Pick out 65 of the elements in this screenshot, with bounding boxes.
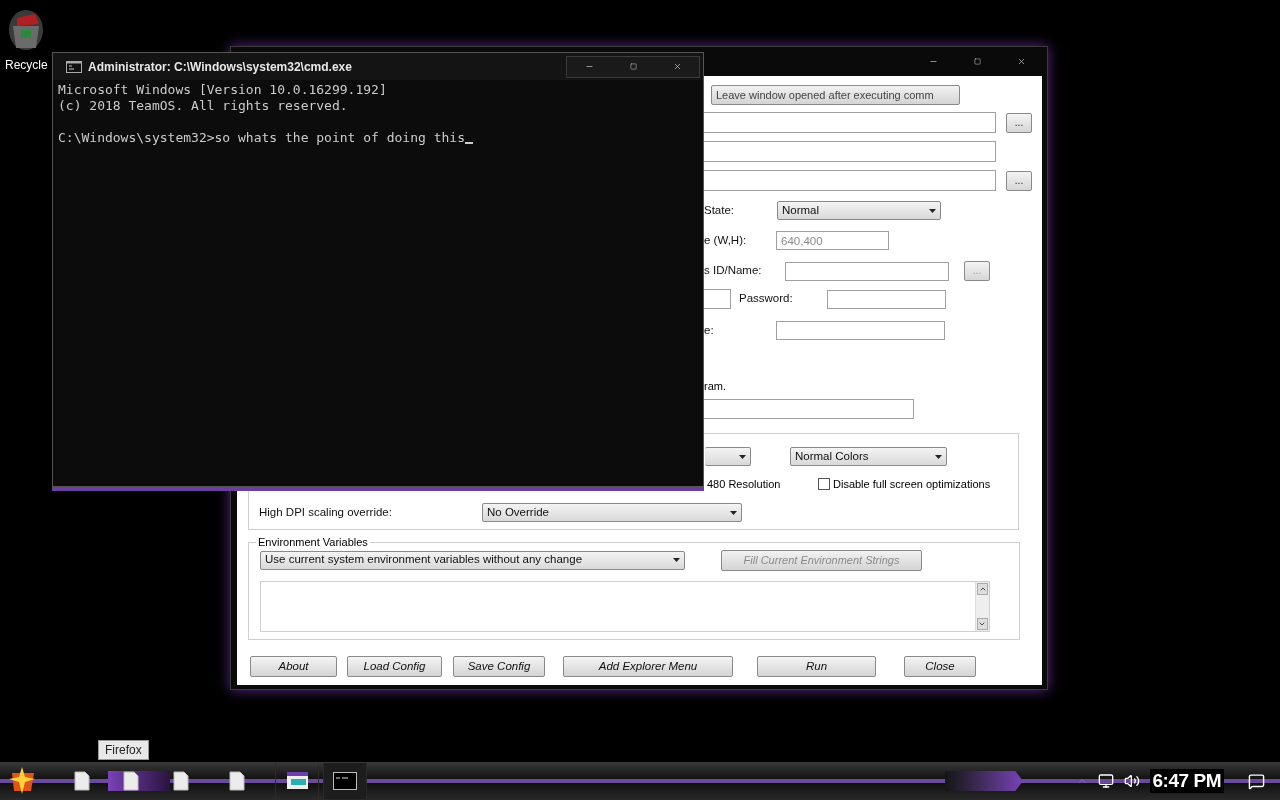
console-command: C:\Windows\system32>so whats the point of doing this (58, 130, 465, 146)
console-app-icon[interactable] (333, 772, 357, 790)
dropdown[interactable]: Normal (777, 201, 941, 220)
browse-button[interactable]: ... (1006, 112, 1032, 133)
volume-icon[interactable] (1123, 773, 1140, 789)
clock[interactable]: 6:47 PM (1149, 769, 1224, 793)
note-text: ram. (704, 378, 726, 394)
field-label: e (W,H): (704, 232, 748, 248)
document-icon[interactable] (173, 771, 189, 791)
window-title: Administrator: C:\Windows\system32\cmd.exe (88, 58, 352, 76)
document-icon[interactable] (74, 771, 90, 791)
input-field[interactable] (704, 141, 996, 162)
notification-icon[interactable] (1248, 772, 1265, 790)
dropdown[interactable]: Normal Colors (790, 447, 947, 466)
maximize-icon (629, 63, 637, 70)
dropdown-caret-icon (935, 454, 942, 459)
document-icon[interactable] (229, 771, 245, 791)
leave-open-toggle-button[interactable]: Leave window opened after executing comm (711, 85, 960, 105)
checkbox-label: Disable full screen optimizations (833, 476, 991, 492)
dialog-button[interactable]: Close (904, 656, 976, 677)
input-field[interactable] (704, 112, 996, 133)
window-app-icon[interactable] (285, 771, 309, 791)
console-line: (c) 2018 TeamOS. All rights reserved. (58, 98, 349, 114)
scroll-down-icon[interactable] (977, 617, 988, 630)
field-label: State: (704, 202, 736, 218)
dropdown-caret-icon (929, 208, 936, 213)
close-icon (1016, 56, 1026, 66)
dialog-button[interactable]: Load Config (347, 656, 442, 677)
text-cursor (465, 142, 473, 144)
dialog-button[interactable]: Add Explorer Menu (563, 656, 733, 677)
input-field[interactable] (704, 399, 914, 419)
field-label: e: (704, 322, 715, 338)
field-label: s ID/Name: (704, 263, 763, 279)
maximize-icon (973, 57, 981, 65)
tooltip: Firefox (98, 740, 149, 760)
input-field[interactable] (785, 261, 949, 281)
checkbox[interactable] (818, 478, 830, 490)
input-field[interactable] (776, 321, 945, 340)
console-icon (66, 60, 82, 73)
close-icon (672, 62, 682, 71)
dropdown-caret-icon (673, 558, 680, 562)
recycle-bin-icon[interactable] (7, 8, 46, 52)
desktop-icon-label[interactable]: Recycle (5, 56, 48, 74)
input-field[interactable] (704, 289, 731, 309)
dialog-button[interactable]: About (250, 656, 337, 677)
dropdown-caret-icon (739, 454, 746, 459)
resolution-label: 480 Resolution (707, 476, 782, 492)
network-icon[interactable] (1097, 773, 1114, 789)
dropdown[interactable]: Use current system environment variables without any change (260, 550, 685, 570)
dropdown-caret-icon (730, 510, 737, 515)
dropdown[interactable] (705, 447, 751, 466)
field-label: Password: (739, 291, 794, 307)
input-field[interactable] (704, 170, 996, 191)
dialog-button[interactable]: Run (757, 656, 876, 677)
console-line: Microsoft Windows [Version 10.0.16299.192] (58, 82, 388, 98)
browse-button[interactable]: ... (1006, 170, 1032, 191)
input-field[interactable]: 640,400 (776, 231, 889, 250)
dialog-button[interactable]: Save Config (453, 656, 545, 677)
document-icon[interactable] (123, 771, 139, 791)
dropdown[interactable]: No Override (482, 503, 742, 522)
scrollbar[interactable] (975, 581, 989, 631)
group-title: Environment Variables (257, 535, 369, 550)
scroll-up-icon[interactable] (977, 582, 988, 595)
field-label: High DPI scaling override: (259, 504, 393, 520)
input-field[interactable] (827, 289, 946, 309)
